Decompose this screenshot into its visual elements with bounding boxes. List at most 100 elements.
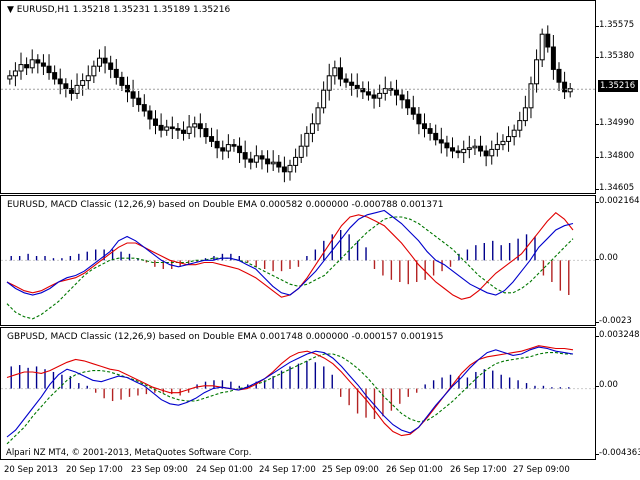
time-label: 20 Sep 2013 bbox=[4, 465, 58, 475]
bear-candle bbox=[337, 67, 343, 80]
bull-candle bbox=[186, 126, 192, 134]
bear-candle bbox=[483, 150, 489, 157]
bull-candle bbox=[522, 107, 528, 122]
bear-candle bbox=[410, 107, 416, 115]
bear-candle bbox=[124, 84, 130, 93]
bear-candle bbox=[433, 132, 439, 141]
price-tick: 1.35380 bbox=[595, 51, 635, 61]
bear-candle bbox=[248, 158, 254, 163]
macd-gbpusd-chart[interactable] bbox=[1, 328, 596, 460]
bear-candle bbox=[181, 129, 187, 134]
bear-candle bbox=[478, 145, 484, 152]
bull-candle bbox=[539, 33, 545, 61]
price-chart-header: ▼ EURUSD,H1 1.35218 1.35231 1.35189 1.35… bbox=[7, 5, 230, 15]
bull-candle bbox=[472, 145, 478, 149]
macd-tick: 0.00 bbox=[596, 380, 618, 390]
bear-candle bbox=[259, 155, 265, 160]
bull-candle bbox=[326, 75, 332, 91]
macd-tick: -0.004363 bbox=[596, 448, 640, 458]
bear-candle bbox=[556, 68, 562, 83]
price-chart-pane[interactable]: ▼ EURUSD,H1 1.35218 1.35231 1.35189 1.35… bbox=[0, 0, 596, 194]
bear-candle bbox=[24, 64, 30, 69]
symbol-info: EURUSD,H1 1.35218 1.35231 1.35189 1.3521… bbox=[16, 5, 231, 15]
bear-candle bbox=[153, 118, 159, 126]
time-label: 26 Sep 01:00 bbox=[386, 465, 443, 475]
bear-candle bbox=[175, 128, 181, 131]
bull-candle bbox=[298, 145, 304, 158]
bear-candle bbox=[550, 46, 556, 70]
bear-candle bbox=[545, 33, 551, 48]
bear-candle bbox=[130, 91, 136, 99]
macd-eurusd-pane[interactable]: EURUSD, MACD Classic (12,26,9) based on … bbox=[0, 195, 596, 326]
bear-candle bbox=[450, 147, 456, 152]
price-tick: 1.34800 bbox=[595, 151, 635, 161]
bear-candle bbox=[393, 89, 399, 96]
bull-candle bbox=[12, 70, 18, 77]
bear-candle bbox=[265, 158, 271, 165]
macd-tick: 0.003248 bbox=[596, 330, 640, 340]
bull-candle bbox=[506, 136, 512, 142]
dropdown-triangle-icon[interactable]: ▼ bbox=[7, 5, 14, 15]
bull-candle bbox=[511, 129, 517, 138]
bull-candle bbox=[270, 161, 276, 165]
bull-candle bbox=[7, 75, 13, 80]
bull-candle bbox=[192, 123, 198, 128]
time-label: 27 Sep 09:00 bbox=[513, 465, 570, 475]
bear-candle bbox=[405, 99, 411, 109]
macd-line bbox=[6, 346, 574, 438]
price-tick: 1.35575 bbox=[595, 20, 635, 30]
red-line bbox=[6, 211, 574, 300]
macd-gbpusd-header: GBPUSD, MACD Classic (12,26,9) based on … bbox=[7, 332, 444, 342]
macd-eurusd-chart[interactable] bbox=[1, 196, 596, 326]
bear-candle bbox=[214, 140, 220, 149]
bear-candle bbox=[365, 91, 371, 96]
bull-candle bbox=[528, 83, 534, 109]
signal-line bbox=[6, 352, 573, 445]
bull-candle bbox=[164, 126, 170, 131]
bull-candle bbox=[96, 57, 102, 67]
macd-gbpusd-scale: 0.003248 0.00 -0.004363 bbox=[596, 327, 640, 460]
bear-candle bbox=[416, 113, 422, 125]
bear-candle bbox=[209, 136, 215, 142]
bear-candle bbox=[169, 126, 175, 130]
macd-tick: -0.0023 bbox=[596, 316, 632, 326]
bear-candle bbox=[427, 128, 433, 134]
bear-candle bbox=[343, 78, 349, 83]
bear-candle bbox=[220, 147, 226, 152]
bull-candle bbox=[304, 132, 310, 147]
bear-candle bbox=[40, 62, 46, 67]
bear-candle bbox=[349, 81, 355, 86]
candlestick-chart[interactable] bbox=[1, 1, 596, 194]
macd-eurusd-header: EURUSD, MACD Classic (12,26,9) based on … bbox=[7, 200, 444, 210]
bear-candle bbox=[399, 94, 405, 101]
bear-candle bbox=[281, 166, 287, 173]
bull-candle bbox=[466, 147, 472, 150]
bear-candle bbox=[354, 84, 360, 90]
bull-candle bbox=[489, 148, 495, 157]
bear-candle bbox=[438, 139, 444, 144]
price-tick: 1.34605 bbox=[595, 183, 635, 193]
red-line bbox=[6, 345, 574, 437]
bull-candle bbox=[321, 89, 327, 109]
bull-candle bbox=[80, 80, 86, 86]
bear-candle bbox=[237, 145, 243, 154]
bear-candle bbox=[136, 97, 142, 106]
macd-eurusd-scale: 0.002164 0.00 -0.0023 bbox=[596, 195, 640, 326]
bear-candle bbox=[35, 59, 41, 64]
mt4-chart-window: ▼ EURUSD,H1 1.35218 1.35231 1.35189 1.35… bbox=[0, 0, 640, 480]
bull-candle bbox=[534, 59, 540, 85]
macd-tick: 0.002164 bbox=[596, 196, 640, 206]
time-label: 25 Sep 09:00 bbox=[322, 465, 379, 475]
bull-candle bbox=[85, 75, 91, 82]
bull-candle bbox=[315, 107, 321, 125]
bear-candle bbox=[52, 72, 58, 80]
macd-gbpusd-pane[interactable]: GBPUSD, MACD Classic (12,26,9) based on … bbox=[0, 327, 596, 460]
bear-candle bbox=[141, 104, 147, 112]
bull-candle bbox=[253, 155, 259, 163]
bear-candle bbox=[158, 124, 164, 131]
time-label: 26 Sep 17:00 bbox=[450, 465, 507, 475]
bear-candle bbox=[421, 123, 427, 130]
bull-candle bbox=[517, 120, 523, 131]
bear-candle bbox=[46, 65, 52, 74]
bull-candle bbox=[461, 148, 467, 154]
